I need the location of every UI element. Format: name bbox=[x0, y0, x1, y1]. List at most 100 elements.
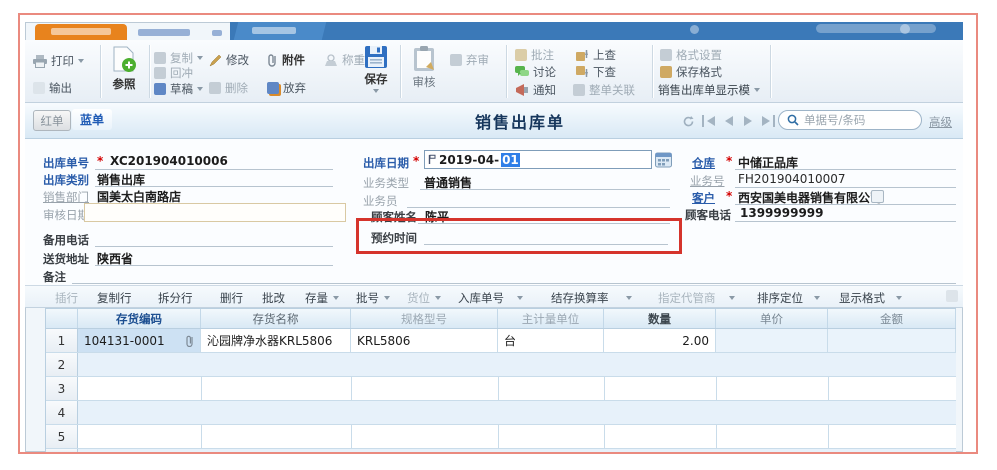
cell-code[interactable]: 104131-0001 bbox=[78, 329, 201, 352]
discuss-button[interactable]: 讨论 bbox=[515, 64, 556, 80]
biz-no-label[interactable]: 业务号 bbox=[690, 173, 725, 189]
row-number[interactable]: 3 bbox=[46, 377, 78, 400]
row-number[interactable]: 4 bbox=[46, 401, 78, 424]
nav-next-icon[interactable] bbox=[742, 115, 754, 127]
conversion-rate-button[interactable]: 结存换算率 bbox=[551, 290, 632, 306]
cell-qty[interactable]: 2.00 bbox=[604, 329, 716, 352]
nav-first-icon[interactable] bbox=[702, 115, 717, 127]
reference-button[interactable]: 参照 bbox=[103, 46, 145, 92]
modify-button[interactable]: 修改 bbox=[209, 52, 249, 68]
chat-bubbles-icon bbox=[515, 66, 529, 78]
table-row[interactable]: 4 bbox=[46, 401, 956, 425]
grid-toolbar-more-icon[interactable] bbox=[946, 290, 958, 302]
export-button[interactable]: 输出 bbox=[33, 80, 72, 96]
remarks-label: 备注 bbox=[43, 269, 66, 285]
stock-label: 存量 bbox=[305, 290, 328, 306]
warehouse-label[interactable]: 仓库 bbox=[692, 155, 715, 171]
refresh-icon[interactable] bbox=[682, 115, 694, 127]
blue-order-tab[interactable]: 蓝单 bbox=[72, 109, 112, 130]
barcode-search-input[interactable]: 单据号/条码 bbox=[778, 110, 922, 130]
row-number[interactable]: 2 bbox=[46, 353, 78, 376]
col-header-spec[interactable]: 规格型号 bbox=[351, 309, 498, 328]
format-settings-button[interactable]: 格式设置 bbox=[660, 47, 722, 63]
red-order-tab[interactable]: 红单 bbox=[33, 110, 71, 131]
save-format-icon bbox=[660, 66, 672, 78]
calendar-icon[interactable] bbox=[655, 151, 672, 171]
col-header-unit[interactable]: 主计量单位 bbox=[498, 309, 604, 328]
row-number-header[interactable] bbox=[46, 309, 78, 328]
trace-down-button[interactable]: 下查 bbox=[576, 64, 616, 80]
table-row-partial[interactable] bbox=[46, 449, 956, 452]
dropdown-caret-icon bbox=[729, 296, 735, 300]
batch-edit-button[interactable]: 批改 bbox=[262, 290, 285, 306]
cell-name[interactable]: 沁园牌净水器KRL5806 bbox=[201, 329, 351, 352]
outbound-no-value[interactable]: XC201904010006 bbox=[110, 154, 228, 168]
search-placeholder: 单据号/条码 bbox=[804, 112, 865, 128]
attachment-button[interactable]: 附件 bbox=[267, 52, 305, 68]
nav-previous-icon[interactable] bbox=[723, 115, 735, 127]
cell-amount[interactable] bbox=[828, 329, 956, 352]
table-row[interactable]: 2 bbox=[46, 353, 956, 377]
customer-label[interactable]: 客户 bbox=[692, 190, 715, 206]
biz-no-value[interactable]: FH201904010007 bbox=[738, 172, 846, 186]
inbound-no-button[interactable]: 入库单号 bbox=[458, 290, 523, 306]
audit-date-input[interactable] bbox=[84, 203, 346, 222]
backup-phone-input[interactable] bbox=[95, 246, 333, 247]
reverse-button[interactable]: 回冲 bbox=[154, 65, 193, 81]
split-row-button[interactable]: 拆分行 bbox=[158, 290, 193, 306]
table-row[interactable]: 3 bbox=[46, 377, 956, 401]
paperclip-icon[interactable] bbox=[185, 334, 194, 347]
stock-button[interactable]: 存量 bbox=[305, 290, 339, 306]
col-header-amount[interactable]: 金额 bbox=[828, 309, 956, 328]
abandon-button[interactable]: 放弃 bbox=[267, 80, 306, 96]
link-icon bbox=[573, 84, 585, 96]
orange-module-tab[interactable] bbox=[35, 24, 127, 40]
cell-price[interactable] bbox=[716, 329, 828, 352]
trace-up-button[interactable]: 上查 bbox=[576, 47, 616, 63]
table-row[interactable]: 5 bbox=[46, 425, 956, 449]
lookup-icon[interactable] bbox=[871, 190, 884, 203]
sales-dept-label[interactable]: 销售部门 bbox=[43, 189, 89, 205]
location-button[interactable]: 货位 bbox=[407, 290, 441, 306]
print-button[interactable]: 打印 bbox=[33, 53, 84, 69]
batch-no-button[interactable]: 批号 bbox=[356, 290, 390, 306]
annotate-button[interactable]: 批注 bbox=[515, 47, 554, 63]
toolbar-separator bbox=[400, 45, 402, 98]
save-format-button[interactable]: 保存格式 bbox=[660, 64, 722, 80]
row-number[interactable]: 5 bbox=[46, 425, 78, 448]
display-template-label: 销售出库单显示模 bbox=[658, 82, 750, 98]
delete-button[interactable]: 删除 bbox=[209, 80, 248, 96]
insert-row-label: 插行 bbox=[55, 290, 78, 306]
col-header-code[interactable]: 存货编码 bbox=[78, 309, 201, 328]
remarks-input[interactable] bbox=[72, 283, 956, 284]
cell-spec[interactable]: KRL5806 bbox=[351, 329, 498, 352]
display-template-button[interactable]: 销售出库单显示模 bbox=[658, 82, 760, 98]
sort-button[interactable]: 排序定位 bbox=[757, 290, 820, 306]
advanced-search-link[interactable]: 高级 bbox=[929, 114, 952, 130]
delete-row-button[interactable]: 删行 bbox=[220, 290, 243, 306]
custodian-button[interactable]: 指定代管商 bbox=[658, 290, 735, 306]
draft-button[interactable]: 草稿 bbox=[154, 81, 203, 97]
cell-unit[interactable]: 台 bbox=[498, 329, 604, 352]
outbound-date-input[interactable]: 2019-04-01 bbox=[424, 150, 652, 169]
required-mark: * bbox=[726, 189, 732, 203]
notify-button[interactable]: 通知 bbox=[515, 82, 556, 98]
reverse-label: 回冲 bbox=[170, 65, 193, 81]
insert-row-button[interactable]: 插行 bbox=[55, 290, 78, 306]
copy-button[interactable]: 复制 bbox=[154, 50, 203, 66]
toolbar-separator bbox=[149, 45, 151, 98]
doc-link-button[interactable]: 整单关联 bbox=[573, 82, 635, 98]
nav-last-icon[interactable] bbox=[760, 115, 775, 127]
toolbar-separator bbox=[770, 45, 772, 98]
unaudit-button[interactable]: 弃审 bbox=[450, 52, 489, 68]
cut-off-tab-text bbox=[138, 29, 190, 36]
col-header-name[interactable]: 存货名称 bbox=[201, 309, 351, 328]
display-format-button[interactable]: 显示格式 bbox=[839, 290, 902, 306]
save-button[interactable]: 保存 bbox=[357, 45, 395, 93]
copy-row-button[interactable]: 复制行 bbox=[97, 290, 132, 306]
audit-button[interactable]: 审核 bbox=[404, 45, 444, 90]
customer-phone-value[interactable]: 1399999999 bbox=[740, 206, 824, 220]
row-number[interactable]: 1 bbox=[46, 329, 78, 352]
col-header-price[interactable]: 单价 bbox=[716, 309, 828, 328]
col-header-qty[interactable]: 数量 bbox=[604, 309, 716, 328]
